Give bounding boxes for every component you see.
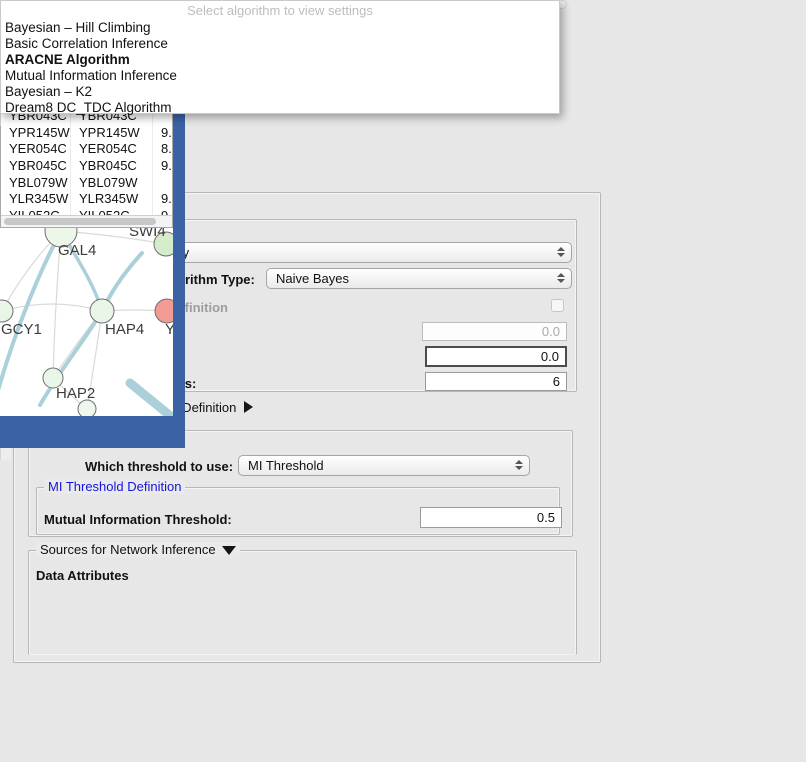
algorithm-option-basic-correlation-inference[interactable]: Basic Correlation Inference [5,36,168,52]
network-edge-thick[interactable] [130,383,173,416]
which-threshold-label: Which threshold to use: [85,459,233,474]
mi-type-select[interactable]: Naive Bayes [266,268,572,289]
table-cell: YBL079W [71,174,153,191]
data-attributes-label: Data Attributes [36,568,129,583]
network-node-label: GAL4 [58,242,96,259]
table-cell: 8. [153,140,173,157]
algorithm-option-aracne-algorithm[interactable]: ARACNE Algorithm [5,52,130,68]
mi-steps-field[interactable]: 6 [425,372,567,391]
algorithm-placeholder: Select algorithm to view settings [1,3,559,18]
network-node-hap4[interactable] [90,299,114,323]
expanded-arrow-icon [222,546,236,555]
sources-title: Sources for Network Inference [40,542,216,557]
group-title: MI Threshold Definition [44,479,185,494]
network-node-label: HAP2 [56,385,95,402]
table-cell: 9. [153,207,173,215]
mi-threshold-field[interactable]: 0.5 [420,507,562,528]
table-cell: YLR345W [71,190,153,207]
sources-toggle[interactable]: Sources for Network Inference [36,542,240,557]
network-node-gcy1[interactable] [0,300,13,322]
aracne-mode-select[interactable]: Discovery [122,242,572,263]
table-cell: YBR045C [1,157,71,174]
table-cell: YPR145W [1,124,71,141]
kernel-width-field[interactable]: 0.0 [422,322,567,341]
table-cell: YLR345W [1,190,71,207]
network-node-label: HAP4 [105,321,144,338]
table-row[interactable]: YLR345WYLR345W9. [1,190,173,207]
mi-threshold-label: Mutual Information Threshold: [44,512,232,527]
which-threshold-select[interactable]: MI Threshold [238,455,530,476]
collapsed-arrow-icon [244,401,253,413]
table-cell: YER054C [1,140,71,157]
network-node-label: Y [165,321,173,338]
network-edge[interactable] [2,304,102,311]
table-row[interactable]: YIL052CYIL052C9. [1,207,173,215]
table-row[interactable]: YPR145WYPR145W9. [1,124,173,141]
table-cell: 9. [153,124,173,141]
algorithm-option-bayesian-hill-climbing[interactable]: Bayesian – Hill Climbing [5,20,151,36]
table-cell [153,174,173,191]
algorithm-option-bayesian-k2[interactable]: Bayesian – K2 [5,84,92,100]
algorithm-option-dream8-dc-tdc-algorithm[interactable]: Dream8 DC_TDC Algorithm [5,100,172,116]
network-node-y[interactable] [155,299,173,323]
network-node-label: GCY1 [1,321,42,338]
sources-group: Sources for Network Inference [28,550,577,655]
table-row[interactable]: YER054CYER054C8. [1,140,173,157]
stepper-icon [557,247,564,257]
table-cell: YBL079W [1,174,71,191]
algorithm-option-mutual-information-inference[interactable]: Mutual Information Inference [5,68,177,84]
table-cell: YPR145W [71,124,153,141]
table-horizontal-scrollbar[interactable] [1,215,172,227]
mi-type-value: Naive Bayes [276,271,349,286]
manual-kernel-checkbox[interactable] [551,299,564,312]
table-cell: 9. [153,190,173,207]
table-cell: YIL052C [1,207,71,215]
table-cell: YIL052C [71,207,153,215]
which-threshold-value: MI Threshold [248,458,324,473]
table-cell: YER054C [71,140,153,157]
stepper-icon [515,460,522,470]
table-cell: YBR045C [71,157,153,174]
table-row[interactable]: YBL079WYBL079W [1,174,173,191]
table-row[interactable]: YBR045CYBR045C9. [1,157,173,174]
network-node[interactable] [78,400,96,416]
stepper-icon [557,273,564,283]
table-cell: 9. [153,157,173,174]
algorithm-select-popup: Select algorithm to view settings Bayesi… [0,0,560,114]
dpi-tolerance-field[interactable]: 0.0 [425,346,567,367]
